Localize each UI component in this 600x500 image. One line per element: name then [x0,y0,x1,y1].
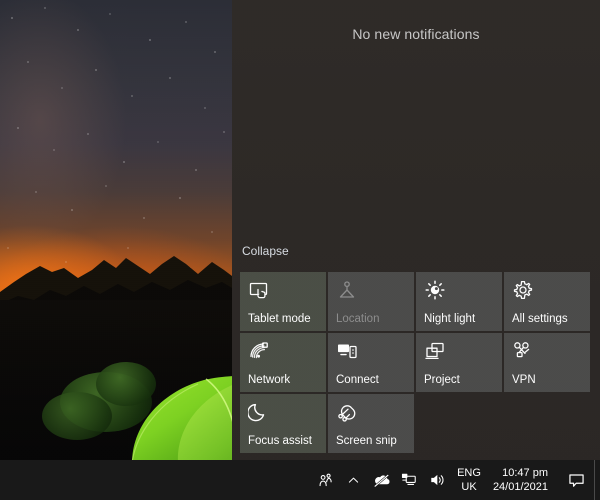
quick-action-connect[interactable]: Connect [328,333,414,392]
quick-action-vpn[interactable]: VPN [504,333,590,392]
quick-action-label: VPN [512,374,536,386]
language-line1: ENG [457,467,481,479]
quick-action-label: Connect [336,374,379,386]
quick-action-tablet-mode[interactable]: Tablet mode [240,272,326,331]
vpn-icon [512,340,534,362]
clock-date: 24/01/2021 [492,481,548,493]
quick-action-label: Network [248,374,291,386]
quick-action-location[interactable]: Location [328,272,414,331]
quick-action-label: Location [336,313,380,325]
settings-gear-icon [512,279,534,301]
night-light-icon [424,279,446,301]
moon-icon [248,401,270,423]
quick-action-label: All settings [512,313,568,325]
people-icon[interactable] [311,460,339,500]
show-hidden-icons-icon[interactable] [339,460,367,500]
language-indicator[interactable]: ENG UK [451,460,489,500]
quick-action-focus-assist[interactable]: Focus assist [240,394,326,453]
foliage-bush [42,392,112,440]
quick-action-label: Project [424,374,460,386]
language-line2: UK [461,481,477,493]
onedrive-offline-icon[interactable] [367,460,395,500]
tablet-mode-icon [248,279,270,301]
network-icon[interactable] [395,460,423,500]
quick-action-project[interactable]: Project [416,333,502,392]
system-tray: ENG UK 10:47 pm 24/01/2021 [311,460,600,500]
quick-action-label: Screen snip [336,435,397,447]
action-center-panel: No new notifications Collapse Tablet mod… [232,0,600,460]
quick-action-label: Night light [424,313,476,325]
quick-actions-grid: Tablet mode Location Night light All set… [240,272,594,453]
quick-action-label: Focus assist [248,435,312,447]
clock[interactable]: 10:47 pm 24/01/2021 [489,460,558,500]
action-center-icon[interactable] [558,460,594,500]
quick-action-all-settings[interactable]: All settings [504,272,590,331]
screen-snip-icon [336,401,358,423]
wifi-icon [248,340,270,362]
collapse-link[interactable]: Collapse [242,244,289,258]
no-notifications-message: No new notifications [352,26,480,42]
taskbar: ENG UK 10:47 pm 24/01/2021 [0,460,600,500]
screen: No new notifications Collapse Tablet mod… [0,0,600,500]
connect-icon [336,340,358,362]
quick-action-screen-snip[interactable]: Screen snip [328,394,414,453]
desktop-wallpaper[interactable] [0,0,232,460]
quick-action-night-light[interactable]: Night light [416,272,502,331]
show-desktop-button[interactable] [594,460,600,500]
location-icon [336,279,358,301]
volume-icon[interactable] [423,460,451,500]
clock-time: 10:47 pm [502,467,548,479]
quick-action-network[interactable]: Network [240,333,326,392]
camping-tent [131,376,232,460]
project-icon [424,340,446,362]
quick-action-label: Tablet mode [248,313,311,325]
